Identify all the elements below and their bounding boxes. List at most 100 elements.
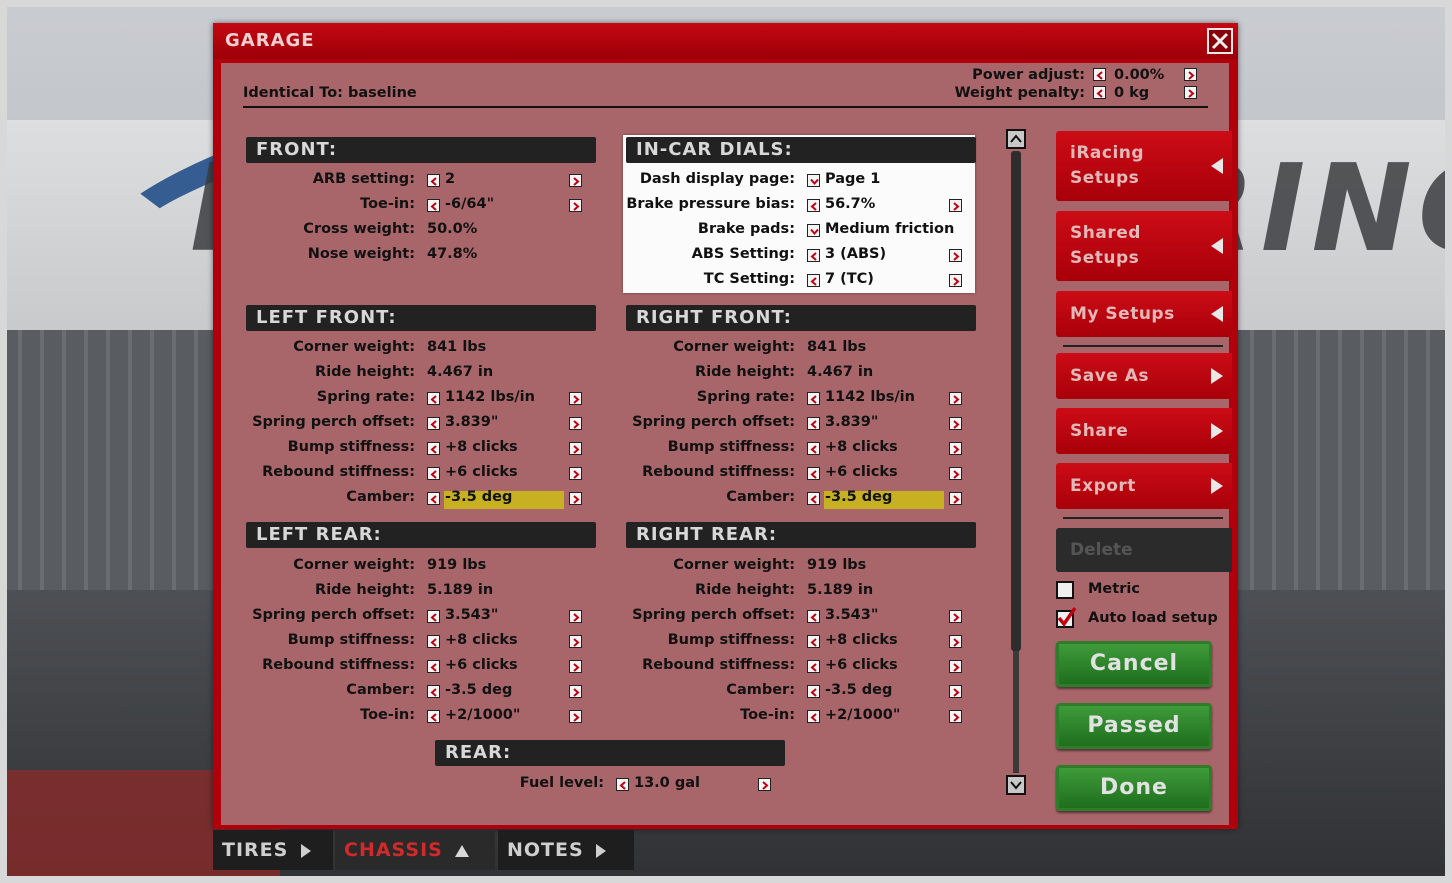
- right-front-label: Ride height:: [695, 364, 795, 380]
- shared-setups-button[interactable]: Shared Setups: [1056, 211, 1232, 281]
- left-rear-decrease[interactable]: [427, 685, 440, 698]
- triangle-left-icon: [1211, 306, 1223, 322]
- identical-to-label: Identical To: baseline: [243, 85, 417, 101]
- dials-decrease[interactable]: [807, 199, 820, 212]
- dials-decrease[interactable]: [807, 224, 820, 237]
- left-rear-decrease[interactable]: [427, 660, 440, 673]
- dials-increase[interactable]: [949, 274, 962, 287]
- left-front-decrease[interactable]: [427, 392, 440, 405]
- weight-penalty-label: Weight penalty:: [954, 85, 1085, 101]
- dials-increase[interactable]: [949, 249, 962, 262]
- front-decrease[interactable]: [427, 199, 440, 212]
- chevron-right-icon: [1188, 71, 1195, 80]
- right-rear-increase[interactable]: [949, 710, 962, 723]
- left-front-value: 3.839": [445, 414, 499, 430]
- tab-chassis[interactable]: CHASSIS: [335, 830, 495, 870]
- left-front-decrease[interactable]: [427, 492, 440, 505]
- right-rear-decrease[interactable]: [807, 685, 820, 698]
- auto-load-checkbox[interactable]: [1056, 607, 1077, 628]
- cancel-button[interactable]: Cancel: [1056, 641, 1212, 687]
- right-rear-value: 3.543": [825, 607, 879, 623]
- weight-penalty-increase[interactable]: [1184, 86, 1197, 99]
- passed-button[interactable]: Passed: [1056, 703, 1212, 749]
- right-rear-increase[interactable]: [949, 610, 962, 623]
- power-adjust-increase[interactable]: [1184, 68, 1197, 81]
- power-adjust-value: 0.00%: [1114, 67, 1165, 83]
- chevron-left-icon: [810, 495, 817, 504]
- right-front-decrease[interactable]: [807, 442, 820, 455]
- right-rear-label: Camber:: [726, 682, 795, 698]
- left-rear-label: Camber:: [346, 682, 415, 698]
- chevron-right-icon: [953, 613, 960, 622]
- right-rear-increase[interactable]: [949, 635, 962, 648]
- left-front-label: Corner weight:: [293, 339, 415, 355]
- right-front-decrease[interactable]: [807, 392, 820, 405]
- right-front-decrease[interactable]: [807, 417, 820, 430]
- left-rear-decrease[interactable]: [427, 635, 440, 648]
- share-button[interactable]: Share: [1056, 408, 1232, 454]
- done-button[interactable]: Done: [1056, 765, 1212, 811]
- left-rear-decrease[interactable]: [427, 610, 440, 623]
- right-rear-label: Rebound stiffness:: [642, 657, 795, 673]
- scroll-thumb[interactable]: [1011, 151, 1021, 651]
- right-rear-decrease[interactable]: [807, 610, 820, 623]
- chevron-right-icon: [953, 688, 960, 697]
- iracing-setups-button[interactable]: iRacing Setups: [1056, 131, 1232, 201]
- fuel-level-decrease[interactable]: [616, 778, 629, 791]
- scrollbar[interactable]: [1006, 129, 1026, 795]
- tab-tires[interactable]: TIRES: [213, 830, 333, 870]
- dials-decrease[interactable]: [807, 249, 820, 262]
- left-rear-value: 919 lbs: [427, 557, 487, 573]
- chevron-left-icon: [1096, 71, 1103, 80]
- right-front-value: 3.839": [825, 414, 879, 430]
- close-button[interactable]: [1207, 28, 1233, 54]
- chevron-right-icon: [762, 781, 769, 790]
- tab-notes[interactable]: NOTES: [498, 830, 634, 870]
- scroll-up-button[interactable]: [1006, 129, 1026, 149]
- right-front-value: 4.467 in: [807, 364, 874, 380]
- triangle-up-icon: [455, 844, 470, 857]
- right-rear-increase[interactable]: [949, 685, 962, 698]
- front-value: 2: [445, 171, 456, 187]
- dials-decrease[interactable]: [807, 174, 820, 187]
- chevron-left-icon: [430, 638, 437, 647]
- left-rear-decrease[interactable]: [427, 710, 440, 723]
- right-front-increase[interactable]: [949, 417, 962, 430]
- my-setups-button[interactable]: My Setups: [1056, 291, 1232, 337]
- left-front-decrease[interactable]: [427, 442, 440, 455]
- right-front-increase[interactable]: [949, 492, 962, 505]
- metric-checkbox[interactable]: [1056, 581, 1074, 599]
- left-rear-value: 5.189 in: [427, 582, 494, 598]
- chevron-left-icon: [810, 470, 817, 479]
- right-rear-increase[interactable]: [949, 660, 962, 673]
- scroll-down-button[interactable]: [1006, 775, 1026, 795]
- right-rear-decrease[interactable]: [807, 635, 820, 648]
- right-front-increase[interactable]: [949, 392, 962, 405]
- dials-label: ABS Setting:: [691, 246, 795, 262]
- dials-increase[interactable]: [949, 199, 962, 212]
- save-as-label: Save As: [1070, 366, 1150, 386]
- chevron-right-icon: [953, 445, 960, 454]
- right-rear-decrease[interactable]: [807, 660, 820, 673]
- export-button[interactable]: Export: [1056, 463, 1232, 509]
- dials-label: Dash display page:: [639, 171, 795, 187]
- right-front-decrease[interactable]: [807, 467, 820, 480]
- right-front-value: 841 lbs: [807, 339, 867, 355]
- left-front-decrease[interactable]: [427, 417, 440, 430]
- front-decrease[interactable]: [427, 174, 440, 187]
- right-front-decrease[interactable]: [807, 492, 820, 505]
- dials-decrease[interactable]: [807, 274, 820, 287]
- right-rear-value: +2/1000": [825, 707, 901, 723]
- delete-button[interactable]: Delete: [1056, 528, 1232, 572]
- fuel-level-increase[interactable]: [758, 778, 771, 791]
- power-adjust-decrease[interactable]: [1093, 68, 1106, 81]
- left-front-decrease[interactable]: [427, 467, 440, 480]
- right-front-increase[interactable]: [949, 467, 962, 480]
- left-front-value: 4.467 in: [427, 364, 494, 380]
- right-rear-decrease[interactable]: [807, 710, 820, 723]
- save-as-button[interactable]: Save As: [1056, 353, 1232, 399]
- dials-value: Page 1: [825, 171, 881, 187]
- right-front-increase[interactable]: [949, 442, 962, 455]
- triangle-left-icon: [1211, 158, 1223, 174]
- weight-penalty-decrease[interactable]: [1093, 86, 1106, 99]
